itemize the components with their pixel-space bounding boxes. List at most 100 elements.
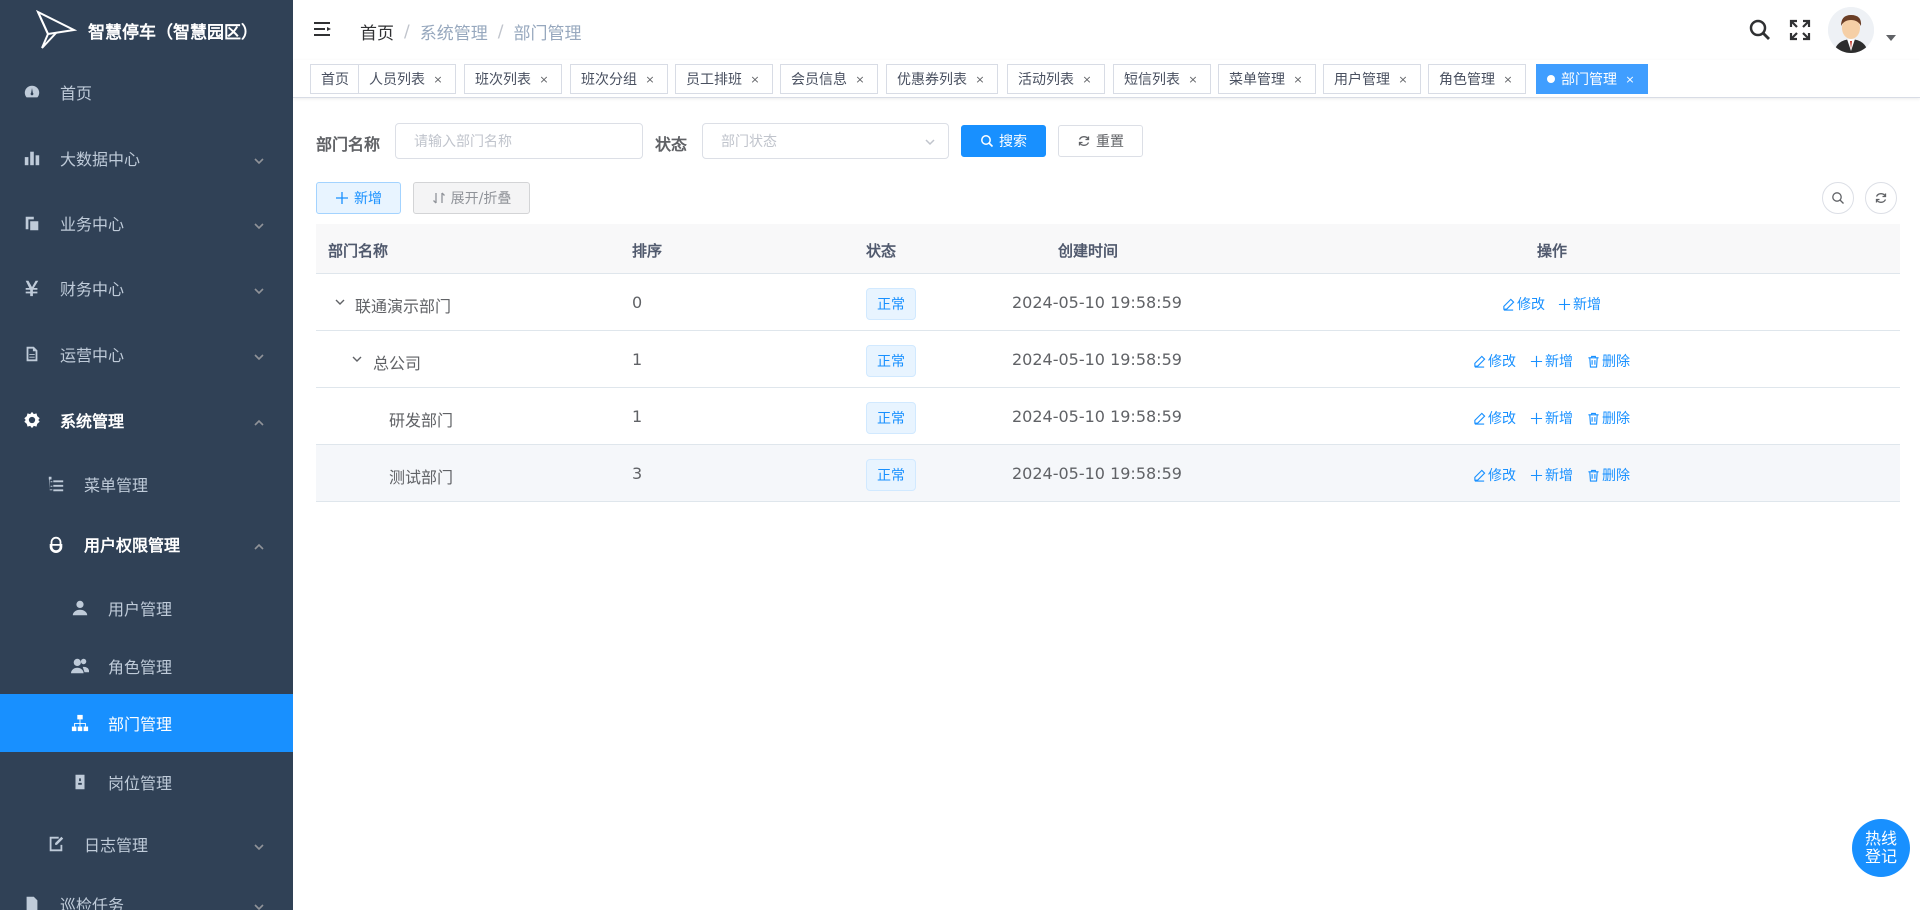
sidebar-item-label: 用户权限管理 — [84, 536, 181, 555]
close-icon[interactable]: × — [1501, 73, 1515, 86]
hotline-register-button[interactable]: 热线 登记 — [1852, 819, 1910, 877]
edit-label: 修改 — [1488, 411, 1516, 427]
close-icon[interactable]: × — [748, 73, 762, 86]
status-badge: 正常 — [866, 459, 916, 491]
sidebar-item-user-mgmt[interactable]: 用户管理 — [0, 584, 293, 632]
tag-label: 会员信息 — [791, 72, 847, 88]
user-icon — [70, 598, 90, 618]
cell-dept-name: 总公司 — [373, 354, 422, 373]
toggle-search-button[interactable] — [1822, 182, 1854, 214]
close-icon[interactable]: × — [1186, 73, 1200, 86]
sidebar-item-operations[interactable]: 运营中心 — [0, 330, 293, 378]
edit-button[interactable]: 修改 — [1473, 465, 1516, 485]
chevron-down-icon — [253, 152, 265, 165]
sidebar-item-menu-mgmt[interactable]: 菜单管理 — [0, 460, 293, 508]
dept-name-placeholder: 请输入部门名称 — [414, 134, 512, 150]
edit-button[interactable]: 修改 — [1473, 408, 1516, 428]
sidebar-item-system[interactable]: 系统管理 — [0, 396, 293, 444]
close-icon[interactable]: × — [643, 73, 657, 86]
tag-shift-list[interactable]: 班次列表 × — [464, 64, 562, 94]
trash-icon — [1588, 412, 1599, 425]
add-label: 新增 — [1545, 468, 1573, 484]
delete-button[interactable]: 删除 — [1587, 465, 1630, 485]
close-icon[interactable]: × — [537, 73, 551, 86]
tag-home[interactable]: 首页 — [310, 64, 360, 94]
chevron-down-icon — [253, 348, 265, 361]
tag-staff-schedule[interactable]: 员工排班 × — [675, 64, 773, 94]
delete-button[interactable]: 删除 — [1587, 351, 1630, 371]
header-dept-name: 部门名称 — [328, 242, 389, 260]
add-child-button[interactable]: 新增 — [1530, 351, 1573, 371]
sidebar-item-bigdata[interactable]: 大数据中心 — [0, 134, 293, 182]
delete-button[interactable]: 删除 — [1587, 408, 1630, 428]
search-icon[interactable] — [1748, 18, 1772, 42]
app-logo[interactable]: 智慧停车（智慧园区） — [0, 0, 293, 60]
fullscreen-icon[interactable] — [1788, 18, 1812, 42]
refresh-button[interactable] — [1865, 182, 1897, 214]
expand-collapse-button[interactable]: 展开/折叠 — [413, 182, 530, 214]
edit-button[interactable]: 修改 — [1502, 294, 1545, 314]
table-row[interactable]: 联通演示部门 0 正常 2024-05-10 19:58:59 修改 新增 — [316, 274, 1900, 331]
add-child-button[interactable]: 新增 — [1530, 408, 1573, 428]
sidebar-item-label: 用户管理 — [108, 600, 173, 619]
dept-name-input[interactable]: 请输入部门名称 — [395, 123, 643, 159]
chevron-down-icon[interactable] — [351, 353, 363, 365]
chevron-down-icon[interactable] — [334, 296, 346, 308]
edit-icon — [1474, 355, 1486, 368]
tag-user-mgmt[interactable]: 用户管理 × — [1323, 64, 1421, 94]
sidebar-item-post-mgmt[interactable]: 岗位管理 — [0, 758, 293, 806]
sidebar-item-inspection[interactable]: 巡检任务 — [0, 880, 293, 910]
tag-coupon-list[interactable]: 优惠券列表 × — [886, 64, 998, 94]
tag-member-info[interactable]: 会员信息 × — [780, 64, 878, 94]
search-button[interactable]: 搜索 — [961, 125, 1046, 157]
close-icon[interactable]: × — [1623, 73, 1637, 86]
sidebar-item-user-permission[interactable]: 用户权限管理 — [0, 520, 293, 568]
reset-button[interactable]: 重置 — [1058, 125, 1143, 157]
sidebar-item-role-mgmt[interactable]: 角色管理 — [0, 642, 293, 690]
post-icon — [70, 772, 90, 792]
edit-button[interactable]: 修改 — [1473, 351, 1516, 371]
dashboard-icon — [22, 82, 42, 102]
tag-staff-list[interactable]: 人员列表 × — [358, 64, 456, 94]
cell-sort: 1 — [632, 407, 643, 426]
hamburger-icon[interactable] — [313, 19, 333, 39]
close-icon[interactable]: × — [1291, 73, 1305, 86]
add-button[interactable]: 新增 — [316, 182, 401, 214]
tag-menu-mgmt[interactable]: 菜单管理 × — [1218, 64, 1316, 94]
tag-role-mgmt[interactable]: 角色管理 × — [1428, 64, 1526, 94]
logo-bird-icon — [35, 9, 78, 49]
cell-sort: 1 — [632, 350, 643, 369]
caret-down-icon[interactable] — [1886, 35, 1896, 41]
sidebar-item-home[interactable]: 首页 — [0, 68, 293, 116]
tag-shift-group[interactable]: 班次分组 × — [570, 64, 668, 94]
close-icon[interactable]: × — [1396, 73, 1410, 86]
sidebar-item-finance[interactable]: 财务中心 — [0, 264, 293, 312]
edit-doc-icon — [46, 834, 66, 854]
breadcrumb-home[interactable]: 首页 — [360, 19, 394, 44]
cell-dept-name: 测试部门 — [389, 468, 454, 487]
close-icon[interactable]: × — [853, 73, 867, 86]
tag-dept-mgmt[interactable]: 部门管理 × — [1536, 64, 1648, 94]
edit-icon — [1474, 469, 1486, 482]
add-child-button[interactable]: 新增 — [1530, 465, 1573, 485]
tag-sms-list[interactable]: 短信列表 × — [1113, 64, 1211, 94]
sidebar-item-dept-mgmt[interactable]: 部门管理 — [0, 694, 293, 752]
close-icon[interactable]: × — [431, 73, 445, 86]
status-select[interactable]: 部门状态 — [702, 123, 949, 159]
header-status: 状态 — [866, 242, 897, 260]
tag-label: 角色管理 — [1439, 72, 1495, 88]
close-icon[interactable]: × — [1080, 73, 1094, 86]
breadcrumb: 首页 / 系统管理 / 部门管理 — [360, 19, 581, 45]
avatar[interactable] — [1828, 7, 1874, 53]
document-icon — [22, 344, 42, 364]
close-icon[interactable]: × — [973, 73, 987, 86]
sidebar-item-business[interactable]: 业务中心 — [0, 199, 293, 247]
sidebar-item-log-mgmt[interactable]: 日志管理 — [0, 820, 293, 868]
breadcrumb-parent: 系统管理 — [419, 24, 488, 44]
table-row[interactable]: 测试部门 3 正常 2024-05-10 19:58:59 修改 新增 删除 — [316, 445, 1900, 502]
dept-name-label: 部门名称 — [316, 135, 381, 154]
add-child-button[interactable]: 新增 — [1558, 294, 1601, 314]
table-row[interactable]: 总公司 1 正常 2024-05-10 19:58:59 修改 新增 删除 — [316, 331, 1900, 388]
table-row[interactable]: 研发部门 1 正常 2024-05-10 19:58:59 修改 新增 删除 — [316, 388, 1900, 445]
tag-activity-list[interactable]: 活动列表 × — [1007, 64, 1105, 94]
